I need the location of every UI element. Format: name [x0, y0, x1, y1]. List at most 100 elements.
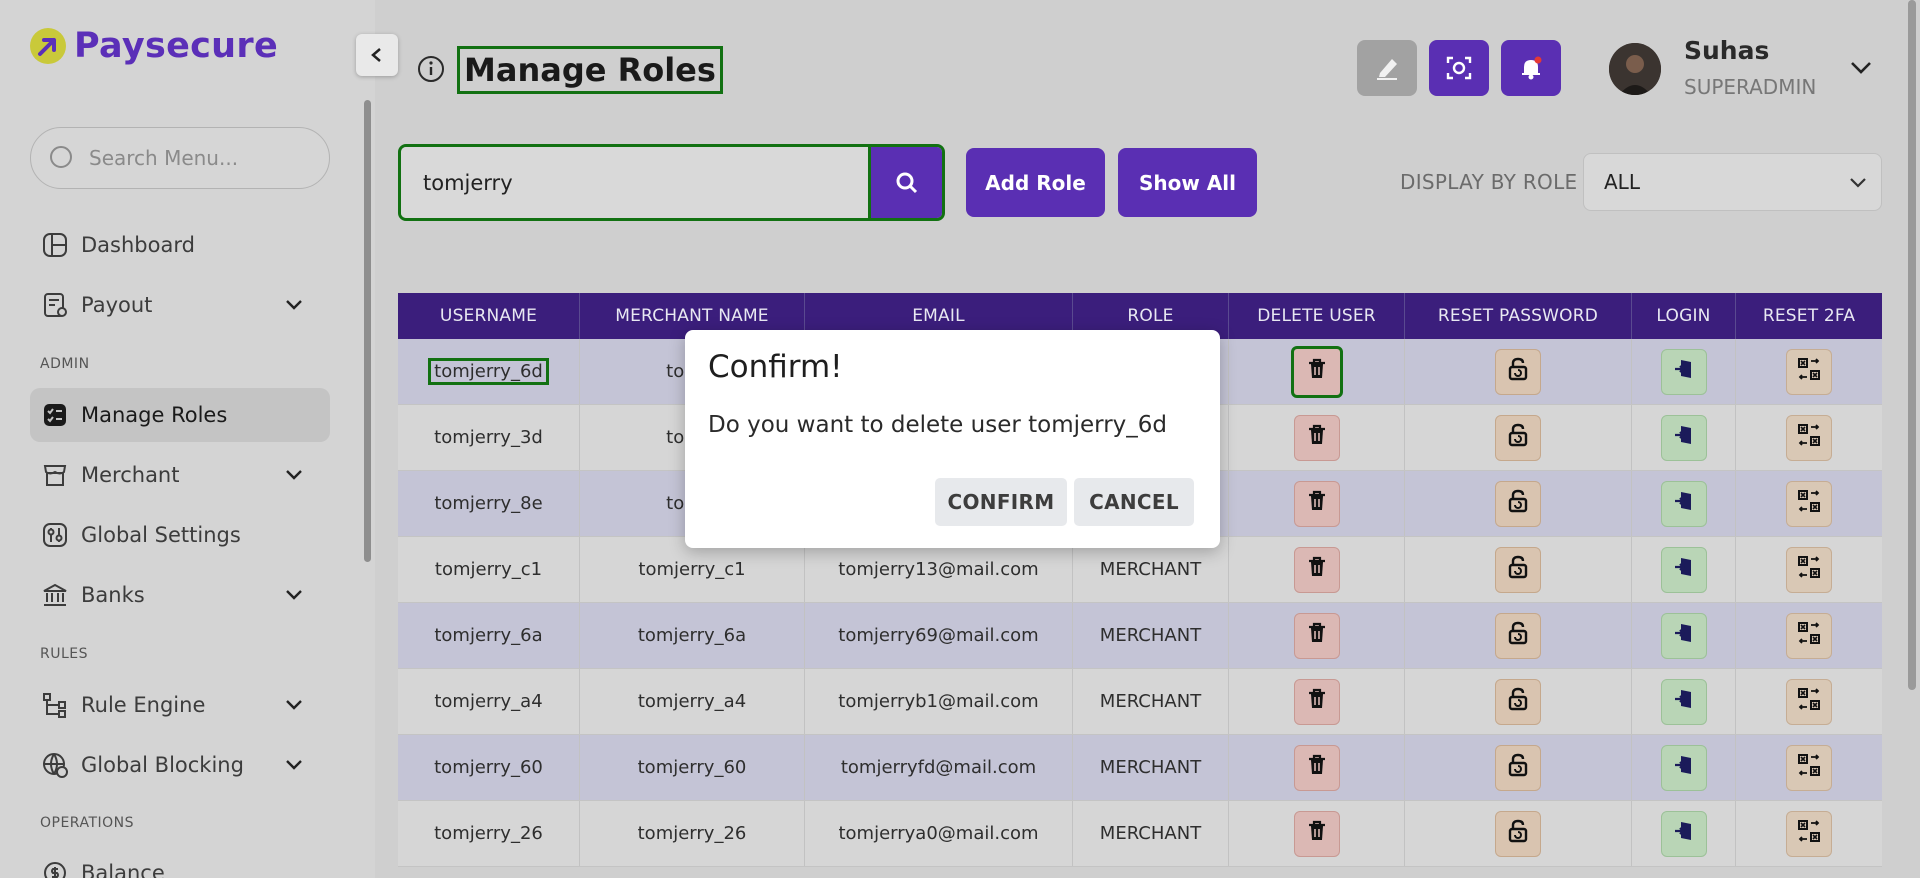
balance-icon: [42, 860, 68, 878]
trash-icon: [1305, 357, 1329, 386]
trash-icon: [1305, 489, 1329, 518]
column-header: DELETE USER: [1229, 293, 1405, 339]
login-as-user-button[interactable]: [1660, 414, 1707, 461]
sidebar-scrollbar[interactable]: [364, 100, 371, 562]
reset-password-button[interactable]: [1495, 480, 1541, 527]
info-icon[interactable]: [417, 55, 445, 83]
reset-2fa-button[interactable]: [1786, 414, 1832, 461]
clear-cache-button[interactable]: [1357, 40, 1417, 96]
delete-user-button[interactable]: [1290, 345, 1343, 398]
cell-username: tomjerry_a4: [398, 669, 580, 734]
delete-user-button[interactable]: [1293, 480, 1340, 527]
login-as-user-button[interactable]: [1660, 612, 1707, 659]
reset-password-button[interactable]: [1495, 612, 1541, 659]
sidebar-item-rule-engine[interactable]: Rule Engine: [30, 678, 330, 732]
add-role-button[interactable]: Add Role: [966, 148, 1105, 217]
reset-2fa-icon: [1797, 489, 1821, 518]
collapse-sidebar-button[interactable]: [356, 34, 398, 76]
reset-password-button[interactable]: [1495, 414, 1541, 461]
sidebar: Paysecure Search Menu... Dashboard Payou…: [0, 0, 375, 878]
login-as-user-button[interactable]: [1660, 348, 1707, 395]
reset-password-button[interactable]: [1495, 678, 1541, 725]
login-icon: [1672, 489, 1696, 518]
payout-icon: [42, 292, 68, 318]
reset-2fa-icon: [1797, 555, 1821, 584]
cell-login: [1632, 405, 1736, 470]
delete-user-button[interactable]: [1293, 678, 1340, 725]
delete-user-button[interactable]: [1293, 414, 1340, 461]
chevron-down-icon: [286, 760, 302, 770]
display-by-role-label: DISPLAY BY ROLE: [1400, 170, 1578, 194]
notifications-button[interactable]: [1501, 40, 1561, 96]
reset-password-button[interactable]: [1495, 810, 1541, 857]
cell-reset-password: [1405, 669, 1632, 734]
delete-user-button[interactable]: [1293, 612, 1340, 659]
reset-2fa-button[interactable]: [1786, 810, 1832, 857]
cell-username: tomjerry_6d: [398, 339, 580, 404]
table-row: tomjerry_6a tomjerry_6a tomjerry69@mail.co…: [398, 603, 1882, 669]
cell-login: [1632, 669, 1736, 734]
sidebar-item-balance[interactable]: Balance: [30, 846, 330, 878]
delete-user-button[interactable]: [1293, 744, 1340, 791]
cancel-button[interactable]: CANCEL: [1074, 478, 1194, 526]
sidebar-item-label: Balance: [81, 861, 165, 878]
login-as-user-button[interactable]: [1660, 546, 1707, 593]
brand-logo[interactable]: Paysecure: [30, 26, 278, 66]
login-as-user-button[interactable]: [1660, 678, 1707, 725]
role-search-input[interactable]: [401, 147, 868, 218]
sidebar-item-global-blocking[interactable]: Global Blocking: [30, 738, 330, 792]
reset-2fa-button[interactable]: [1786, 480, 1832, 527]
sidebar-item-payout[interactable]: Payout: [30, 278, 330, 332]
trash-icon: [1305, 621, 1329, 650]
cell-reset-password: [1405, 405, 1632, 470]
display-by-role-select[interactable]: ALL: [1583, 153, 1882, 211]
cell-email: tomjerrya0@mail.com: [805, 801, 1073, 866]
search-button[interactable]: [868, 147, 942, 218]
screenshot-button[interactable]: [1429, 40, 1489, 96]
logo-mark-icon: [30, 28, 66, 64]
sidebar-item-global-settings[interactable]: Global Settings: [30, 508, 330, 562]
section-label-rules: RULES: [40, 646, 89, 662]
search-icon: [896, 172, 917, 193]
user-role: SUPERADMIN: [1684, 75, 1817, 99]
reset-2fa-button[interactable]: [1786, 546, 1832, 593]
cell-reset-password: [1405, 735, 1632, 800]
confirm-button[interactable]: CONFIRM: [935, 478, 1067, 526]
sidebar-item-banks[interactable]: Banks: [30, 568, 330, 622]
menu-search-input[interactable]: Search Menu...: [30, 127, 330, 189]
username-text: tomjerry_6d: [428, 358, 549, 385]
sidebar-item-merchant[interactable]: Merchant: [30, 448, 330, 502]
reset-password-button[interactable]: [1495, 744, 1541, 791]
delete-user-button[interactable]: [1293, 810, 1340, 857]
show-all-button[interactable]: Show All: [1118, 148, 1257, 217]
cell-merchant-name: tomjerry_26: [580, 801, 805, 866]
reset-password-button[interactable]: [1495, 546, 1541, 593]
login-as-user-button[interactable]: [1660, 744, 1707, 791]
reset-2fa-button[interactable]: [1786, 744, 1832, 791]
login-as-user-button[interactable]: [1660, 480, 1707, 527]
reset-password-button[interactable]: [1495, 348, 1541, 395]
reset-2fa-button[interactable]: [1786, 612, 1832, 659]
sidebar-item-manage-roles[interactable]: Manage Roles: [30, 388, 330, 442]
sidebar-item-dashboard[interactable]: Dashboard: [30, 218, 330, 272]
reset-2fa-icon: [1797, 687, 1821, 716]
cell-reset-2fa: [1736, 669, 1882, 734]
avatar[interactable]: [1609, 43, 1661, 95]
chevron-down-icon[interactable]: [1849, 58, 1873, 78]
cell-role: MERCHANT: [1073, 603, 1229, 668]
unlock-icon: [1506, 687, 1530, 716]
delete-user-button[interactable]: [1293, 546, 1340, 593]
cell-role: MERCHANT: [1073, 669, 1229, 734]
page-scrollbar[interactable]: [1908, 0, 1916, 690]
login-as-user-button[interactable]: [1660, 810, 1707, 857]
reset-2fa-button[interactable]: [1786, 678, 1832, 725]
cell-reset-password: [1405, 801, 1632, 866]
trash-icon: [1305, 423, 1329, 452]
cell-reset-2fa: [1736, 537, 1882, 602]
reset-2fa-icon: [1797, 621, 1821, 650]
reset-2fa-icon: [1797, 819, 1821, 848]
trash-icon: [1305, 819, 1329, 848]
unlock-icon: [1506, 555, 1530, 584]
reset-2fa-button[interactable]: [1786, 348, 1832, 395]
role-search-box: [398, 144, 945, 221]
